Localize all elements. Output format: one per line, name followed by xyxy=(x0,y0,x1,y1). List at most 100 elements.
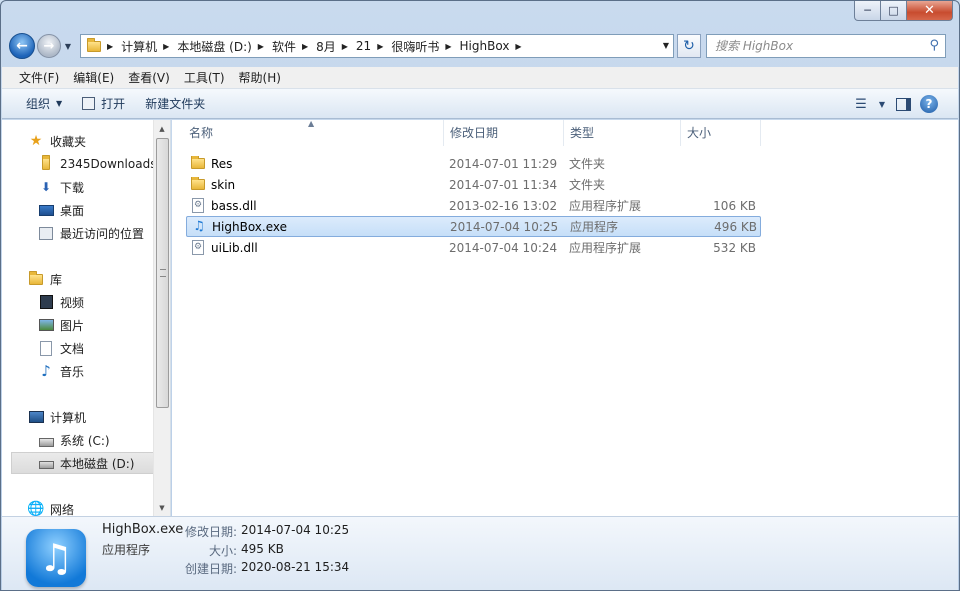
chevron-right-icon[interactable]: ▶ xyxy=(342,42,348,51)
menu-bar: 文件(F) 编辑(E) 查看(V) 工具(T) 帮助(H) xyxy=(2,67,958,89)
search-icon[interactable]: ⚲ xyxy=(929,38,939,53)
search-input[interactable] xyxy=(715,39,915,53)
nav-label: 视频 xyxy=(60,295,85,310)
nav-item-music[interactable]: ♪ 音乐 xyxy=(38,360,84,382)
breadcrumb-item[interactable]: 8月 xyxy=(316,38,336,55)
dll-file-icon xyxy=(190,198,206,214)
folder-icon xyxy=(87,37,101,52)
chevron-right-icon[interactable]: ▶ xyxy=(377,42,383,51)
breadcrumb-item[interactable]: HighBox xyxy=(460,39,510,53)
grip-icon xyxy=(160,269,166,277)
music-icon: ♪ xyxy=(41,362,51,380)
nav-item-videos[interactable]: 视频 xyxy=(38,291,84,313)
pictures-icon xyxy=(38,317,54,333)
organize-button[interactable]: 组织 ▼ xyxy=(16,92,72,116)
breadcrumb-item[interactable]: 本地磁盘 (D:) xyxy=(177,38,251,55)
column-label: 大小 xyxy=(687,126,712,140)
nav-scrollbar[interactable]: ▲ ▼ xyxy=(153,120,170,516)
file-size: 532 KB xyxy=(713,240,756,255)
scroll-down-icon[interactable]: ▼ xyxy=(154,499,170,516)
new-folder-button[interactable]: 新建文件夹 xyxy=(135,92,215,116)
close-button[interactable]: ✕ xyxy=(907,1,953,21)
menu-file[interactable]: 文件(F) xyxy=(12,67,66,89)
table-row[interactable]: bass.dll 2013-02-16 13:02 应用程序扩展 106 KB xyxy=(186,195,761,216)
breadcrumb-item[interactable]: 很嗨听书 xyxy=(391,38,439,55)
scroll-up-icon[interactable]: ▲ xyxy=(154,120,170,137)
maximize-button[interactable]: □ xyxy=(881,1,907,21)
chevron-right-icon[interactable]: ▶ xyxy=(515,42,521,51)
details-created-label: 创建日期: xyxy=(184,562,237,576)
nav-favorites[interactable]: ★ 收藏夹 xyxy=(28,130,86,152)
star-icon: ★ xyxy=(29,133,43,149)
file-name-cell: uiLib.dll xyxy=(186,240,444,256)
nav-item-2345downloads[interactable]: 2345Downloads xyxy=(38,153,156,175)
back-arrow-icon: ← xyxy=(16,38,28,54)
breadcrumb-item[interactable]: 软件 xyxy=(272,38,296,55)
chevron-right-icon[interactable]: ▶ xyxy=(107,42,113,51)
nav-label: 计算机 xyxy=(50,410,87,425)
refresh-button[interactable]: ↻ xyxy=(677,34,701,58)
forward-button[interactable]: → xyxy=(37,34,61,58)
column-type[interactable]: 类型 xyxy=(564,120,681,146)
folder-icon xyxy=(190,176,206,193)
preview-pane-icon xyxy=(895,97,911,111)
caption-buttons: ─ □ ✕ xyxy=(854,1,953,21)
chevron-right-icon[interactable]: ▶ xyxy=(163,42,169,51)
nav-item-documents[interactable]: 文档 xyxy=(38,337,84,359)
table-row[interactable]: Res 2014-07-01 11:29 文件夹 xyxy=(186,153,761,174)
nav-item-desktop[interactable]: 桌面 xyxy=(38,199,84,221)
nav-computer[interactable]: 计算机 xyxy=(28,406,86,428)
nav-network[interactable]: 🌐 网络 xyxy=(27,498,74,516)
file-name: Res xyxy=(211,156,233,171)
help-icon: ? xyxy=(920,95,938,113)
help-button[interactable]: ? xyxy=(916,92,942,116)
menu-edit[interactable]: 编辑(E) xyxy=(66,67,121,89)
breadcrumb-item[interactable]: 21 xyxy=(356,39,371,53)
file-name-cell: ♫ HighBox.exe xyxy=(187,219,445,235)
minimize-button[interactable]: ─ xyxy=(854,1,881,21)
file-name: uiLib.dll xyxy=(211,240,258,255)
nav-item-recent-places[interactable]: 最近访问的位置 xyxy=(38,222,144,244)
menu-view[interactable]: 查看(V) xyxy=(121,67,177,89)
column-date[interactable]: 修改日期 xyxy=(444,120,564,146)
dll-file-icon xyxy=(190,240,206,256)
nav-item-pictures[interactable]: 图片 xyxy=(38,314,84,336)
breadcrumb: ▶ 计算机 ▶ 本地磁盘 (D:) ▶ 软件 ▶ 8月 ▶ 21 ▶ 很嗨听书 … xyxy=(101,35,530,57)
scroll-thumb[interactable] xyxy=(156,138,169,408)
column-size[interactable]: 大小 xyxy=(681,120,761,146)
nav-libraries[interactable]: 库 xyxy=(28,268,62,290)
nav-label: 文档 xyxy=(60,341,85,356)
column-label: 修改日期 xyxy=(450,126,499,140)
column-name[interactable]: 名称 ▲ xyxy=(172,119,444,146)
file-size: 496 KB xyxy=(714,219,757,234)
file-name-cell: skin xyxy=(186,176,444,193)
open-button[interactable]: 打开 xyxy=(72,92,135,116)
back-button[interactable]: ← xyxy=(9,33,35,59)
file-name: HighBox.exe xyxy=(212,219,287,234)
open-icon xyxy=(82,97,96,110)
nav-label: 2345Downloads xyxy=(60,157,157,171)
file-name-cell: bass.dll xyxy=(186,198,444,214)
preview-pane-button[interactable] xyxy=(890,92,916,116)
drive-icon xyxy=(38,455,54,471)
view-options-button[interactable]: ☰ xyxy=(848,92,874,116)
menu-tools[interactable]: 工具(T) xyxy=(177,67,232,89)
chevron-right-icon[interactable]: ▶ xyxy=(445,42,451,51)
chevron-right-icon[interactable]: ▶ xyxy=(258,42,264,51)
recent-pages-button[interactable]: ▼ xyxy=(62,42,74,51)
address-dropdown-icon[interactable]: ▼ xyxy=(663,41,669,50)
table-row-selected[interactable]: ♫ HighBox.exe 2014-07-04 10:25 应用程序 496 K… xyxy=(186,216,761,237)
menu-help[interactable]: 帮助(H) xyxy=(232,67,288,89)
breadcrumb-item[interactable]: 计算机 xyxy=(121,38,157,55)
file-type: 应用程序 xyxy=(570,220,619,234)
table-row[interactable]: skin 2014-07-01 11:34 文件夹 xyxy=(186,174,761,195)
nav-item-drive-c[interactable]: 系统 (C:) xyxy=(38,429,110,451)
folder-icon xyxy=(38,155,54,172)
view-dropdown-button[interactable]: ▼ xyxy=(874,92,890,116)
nav-item-drive-d[interactable]: 本地磁盘 (D:) xyxy=(11,452,154,474)
navigation-row: ← → ▼ ▶ 计算机 ▶ 本地磁盘 (D:) ▶ 软件 ▶ 8月 ▶ 21 ▶… xyxy=(9,31,951,61)
chevron-right-icon[interactable]: ▶ xyxy=(302,42,308,51)
address-bar[interactable]: ▶ 计算机 ▶ 本地磁盘 (D:) ▶ 软件 ▶ 8月 ▶ 21 ▶ 很嗨听书 … xyxy=(80,34,674,58)
table-row[interactable]: uiLib.dll 2014-07-04 10:24 应用程序扩展 532 KB xyxy=(186,237,761,258)
nav-item-downloads[interactable]: ⬇ 下载 xyxy=(38,176,84,198)
